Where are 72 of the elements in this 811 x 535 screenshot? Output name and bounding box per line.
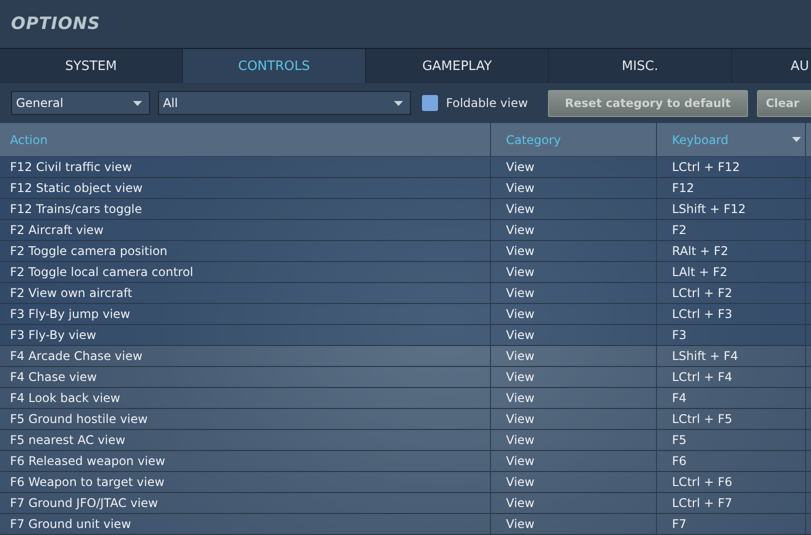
caret-icon	[133, 100, 142, 106]
table-cell: LAlt + F2	[657, 262, 806, 282]
table-cell: F12	[657, 178, 806, 198]
table-cell: LCtrl + F6	[657, 472, 806, 492]
tab[interactable]: AU	[732, 49, 811, 83]
dropdown[interactable]: General	[11, 91, 150, 115]
table-cell: View	[491, 304, 657, 324]
table-cell: F12 Static object view	[0, 178, 491, 198]
table-cell: LCtrl + F12	[657, 157, 806, 177]
dropdown-value: All	[163, 96, 178, 110]
header-text: Action	[10, 132, 48, 146]
caret-icon	[394, 100, 403, 106]
table-cell: View	[491, 220, 657, 240]
table-cell: F7 Ground JFO/JTAC view	[0, 493, 491, 513]
table-cell: LCtrl + F5	[657, 409, 806, 429]
table-cell: F4 Arcade Chase view	[0, 346, 491, 366]
table-cell: View	[491, 514, 657, 534]
table-cell: View	[491, 157, 657, 177]
tab[interactable]: GAMEPLAY	[366, 49, 548, 83]
table-cell: LShift + F4	[657, 346, 806, 366]
dropdown[interactable]: All	[158, 91, 411, 115]
table-cell: F2 Aircraft view	[0, 220, 491, 240]
table-cell: View	[491, 178, 657, 198]
caret-icon	[792, 137, 801, 142]
table-cell: LCtrl + F3	[657, 304, 806, 324]
table-cell: View	[491, 409, 657, 429]
table-cell: View	[491, 472, 657, 492]
table-cell: F3 Fly-By view	[0, 325, 491, 345]
table-cell: View	[491, 493, 657, 513]
table-cell: View	[491, 262, 657, 282]
tab[interactable]: CONTROLS	[183, 49, 365, 83]
table-cell: View	[491, 283, 657, 303]
header-text: Category	[506, 132, 561, 146]
table-cell: F5 Ground hostile view	[0, 409, 491, 429]
table-cell: F4 Look back view	[0, 388, 491, 408]
table-cell: F6 Released weapon view	[0, 451, 491, 471]
checkbox-label: Foldable view	[446, 96, 528, 110]
table-cell: F6 Weapon to target view	[0, 472, 491, 492]
window-title: OPTIONS	[11, 14, 100, 34]
table-cell: F7	[657, 514, 806, 534]
table-cell: F2 View own aircraft	[0, 283, 491, 303]
table-cell: F2 Toggle camera position	[0, 241, 491, 261]
table-cell: View	[491, 430, 657, 450]
table-cell: F6	[657, 451, 806, 471]
checkbox[interactable]	[422, 95, 438, 111]
table-cell: F4	[657, 388, 806, 408]
header-text: Keyboard	[672, 132, 728, 146]
table-cell: LShift + F12	[657, 199, 806, 219]
table-cell: View	[491, 199, 657, 219]
table-cell: LCtrl + F7	[657, 493, 806, 513]
table-cell: View	[491, 241, 657, 261]
table-cell: F5 nearest AC view	[0, 430, 491, 450]
tab[interactable]: SYSTEM	[0, 49, 182, 83]
dropdown-value: General	[16, 96, 64, 110]
table-cell: F12 Trains/cars toggle	[0, 199, 491, 219]
table-cell: View	[491, 367, 657, 387]
table-cell: F4 Chase view	[0, 367, 491, 387]
table-cell: View	[491, 325, 657, 345]
table-cell: LCtrl + F2	[657, 283, 806, 303]
table-cell: F12 Civil traffic view	[0, 157, 491, 177]
table-cell: View	[491, 388, 657, 408]
table-cell: F3	[657, 325, 806, 345]
table-cell: LCtrl + F4	[657, 367, 806, 387]
table-cell: View	[491, 346, 657, 366]
table-cell: F5	[657, 430, 806, 450]
table-cell: F3 Fly-By jump view	[0, 304, 491, 324]
table-cell: F2 Toggle local camera control	[0, 262, 491, 282]
table-cell: F2	[657, 220, 806, 240]
table-cell: View	[491, 451, 657, 471]
tab[interactable]: MISC.	[549, 49, 731, 83]
table-cell: F7 Ground unit view	[0, 514, 491, 534]
table-cell: RAlt + F2	[657, 241, 806, 261]
